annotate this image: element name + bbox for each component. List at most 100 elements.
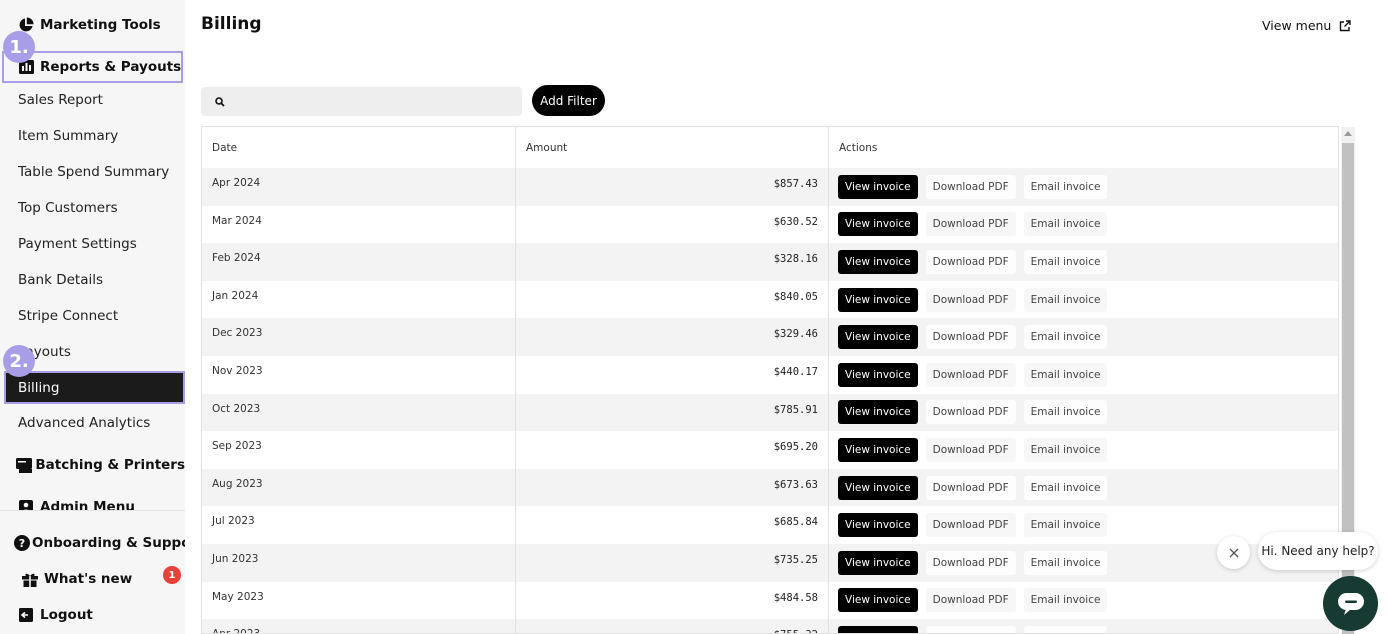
sidebar: Marketing Tools Reports & Payouts 1. Sal… — [0, 0, 185, 634]
table-row: Sep 2023 $695.20 View invoice Download PDF E… — [202, 431, 1338, 469]
sidebar-item-payment-settings[interactable]: Payment Settings — [0, 229, 185, 259]
column-header-actions: Actions — [839, 141, 878, 154]
sidebar-group-batching-printers[interactable]: Batching & Printers — [0, 450, 185, 480]
cell-actions: View invoice Download PDF Email invoice — [829, 394, 1338, 432]
search-input[interactable] — [233, 94, 513, 109]
email-invoice-button[interactable]: Email invoice — [1023, 362, 1108, 387]
sidebar-footer-label: What's new — [44, 571, 133, 587]
email-invoice-button[interactable]: Email invoice — [1023, 625, 1108, 633]
add-filter-button[interactable]: Add Filter — [532, 85, 605, 116]
cell-amount: $785.91 — [516, 393, 829, 432]
email-invoice-button[interactable]: Email invoice — [1023, 325, 1108, 350]
sidebar-onboarding-support[interactable]: ? Onboarding & Support — [0, 528, 185, 558]
view-invoice-button[interactable]: View invoice — [838, 325, 918, 350]
download-pdf-button[interactable]: Download PDF — [925, 362, 1016, 387]
step-marker-1: 1. — [3, 31, 35, 63]
sidebar-group-label: Batching & Printers — [35, 457, 185, 473]
column-header-date: Date — [202, 127, 516, 168]
email-invoice-button[interactable]: Email invoice — [1023, 174, 1108, 199]
search-icon — [215, 96, 225, 107]
cell-amount: $328.16 — [516, 243, 829, 281]
email-invoice-button[interactable]: Email invoice — [1023, 475, 1108, 500]
chat-dismiss-button[interactable] — [1217, 536, 1250, 569]
download-pdf-button[interactable]: Download PDF — [925, 475, 1016, 500]
sidebar-item-sales-report[interactable]: Sales Report — [0, 85, 185, 115]
email-invoice-button[interactable]: Email invoice — [1023, 550, 1108, 575]
download-pdf-button[interactable]: Download PDF — [925, 287, 1016, 312]
view-invoice-button[interactable]: View invoice — [838, 588, 918, 613]
svg-text:?: ? — [19, 537, 25, 550]
search-box[interactable] — [201, 87, 522, 116]
chat-greeting-bubble[interactable]: Hi. Need any help? — [1258, 532, 1378, 570]
cell-amount: $685.84 — [516, 506, 829, 544]
view-invoice-button[interactable]: View invoice — [838, 362, 918, 387]
view-invoice-button[interactable]: View invoice — [838, 550, 918, 575]
view-invoice-button[interactable]: View invoice — [838, 174, 918, 199]
chat-icon — [1337, 592, 1364, 615]
download-pdf-button[interactable]: Download PDF — [925, 550, 1016, 575]
cell-date: Apr 2024 — [202, 168, 516, 206]
sidebar-logout[interactable]: Logout — [0, 600, 185, 630]
cell-amount: $329.46 — [516, 318, 829, 356]
sidebar-item-stripe-connect[interactable]: Stripe Connect — [0, 301, 185, 331]
cell-date: Aug 2023 — [202, 468, 516, 507]
view-invoice-button[interactable]: View invoice — [838, 475, 918, 500]
page-title: Billing — [201, 14, 262, 34]
table-row: Feb 2024 $328.16 View invoice Download PDF E… — [202, 243, 1338, 281]
view-invoice-button[interactable]: View invoice — [838, 400, 918, 425]
cell-actions: View invoice Download PDF Email invoice — [829, 206, 1338, 244]
email-invoice-button[interactable]: Email invoice — [1023, 588, 1108, 613]
cell-actions: View invoice Download PDF Email invoice — [829, 281, 1338, 319]
sidebar-item-advanced-analytics[interactable]: Advanced Analytics — [0, 408, 185, 438]
highlight-box-billing — [4, 371, 185, 404]
sidebar-footer-label: Onboarding & Support — [32, 535, 185, 551]
cell-amount: $857.43 — [516, 168, 829, 206]
table-row: Jul 2023 $685.84 View invoice Download PDF E… — [202, 506, 1338, 544]
table-row: Mar 2024 $630.52 View invoice Download PDF E… — [202, 205, 1338, 244]
cell-date: Mar 2024 — [202, 205, 516, 244]
download-pdf-button[interactable]: Download PDF — [925, 174, 1016, 199]
sidebar-whats-new[interactable]: What's new — [0, 564, 185, 594]
scroll-up-arrow-icon[interactable] — [1344, 131, 1352, 136]
cell-actions: View invoice Download PDF Email invoice — [829, 582, 1338, 620]
email-invoice-button[interactable]: Email invoice — [1023, 249, 1108, 274]
download-pdf-button[interactable]: Download PDF — [925, 325, 1016, 350]
download-pdf-button[interactable]: Download PDF — [925, 625, 1016, 633]
cell-actions: View invoice Download PDF Email invoice — [829, 243, 1338, 281]
cell-date: Feb 2024 — [202, 243, 516, 281]
close-icon — [1229, 548, 1238, 557]
email-invoice-button[interactable]: Email invoice — [1023, 212, 1108, 237]
table-row: Apr 2023$755.32 View invoice Download PDF E… — [202, 619, 1338, 633]
sidebar-item-item-summary[interactable]: Item Summary — [0, 121, 185, 151]
chat-launcher-button[interactable] — [1323, 576, 1378, 631]
download-pdf-button[interactable]: Download PDF — [925, 513, 1016, 538]
cell-date: Jan 2024 — [202, 280, 516, 319]
email-invoice-button[interactable]: Email invoice — [1023, 437, 1108, 462]
cell-amount: $630.52 — [516, 205, 829, 244]
sidebar-item-bank-details[interactable]: Bank Details — [0, 265, 185, 295]
email-invoice-button[interactable]: Email invoice — [1023, 400, 1108, 425]
cell-amount: $755.32 — [516, 619, 829, 633]
download-pdf-button[interactable]: Download PDF — [925, 588, 1016, 613]
table-row: Oct 2023 $785.91 View invoice Download PDF E… — [202, 393, 1338, 432]
cell-actions: View invoice Download PDF Email invoice — [829, 619, 1338, 633]
cell-amount: $735.25 — [516, 544, 829, 582]
view-menu-link[interactable]: View menu — [1262, 18, 1352, 33]
email-invoice-button[interactable]: Email invoice — [1023, 287, 1108, 312]
view-invoice-button[interactable]: View invoice — [838, 287, 918, 312]
view-invoice-button[interactable]: View invoice — [838, 249, 918, 274]
download-pdf-button[interactable]: Download PDF — [925, 437, 1016, 462]
view-invoice-button[interactable]: View invoice — [838, 513, 918, 538]
download-pdf-button[interactable]: Download PDF — [925, 212, 1016, 237]
download-pdf-button[interactable]: Download PDF — [925, 400, 1016, 425]
cell-date: Jun 2023 — [202, 544, 516, 582]
cell-amount: $695.20 — [516, 431, 829, 469]
sidebar-item-table-spend-summary[interactable]: Table Spend Summary — [0, 157, 185, 187]
table-row: Apr 2024 $857.43 View invoice Download PDF E… — [202, 168, 1338, 206]
view-invoice-button[interactable]: View invoice — [838, 437, 918, 462]
download-pdf-button[interactable]: Download PDF — [925, 249, 1016, 274]
sidebar-item-top-customers[interactable]: Top Customers — [0, 193, 185, 223]
view-invoice-button[interactable]: View invoice — [838, 212, 918, 237]
email-invoice-button[interactable]: Email invoice — [1023, 513, 1108, 538]
view-invoice-button[interactable]: View invoice — [838, 625, 918, 633]
